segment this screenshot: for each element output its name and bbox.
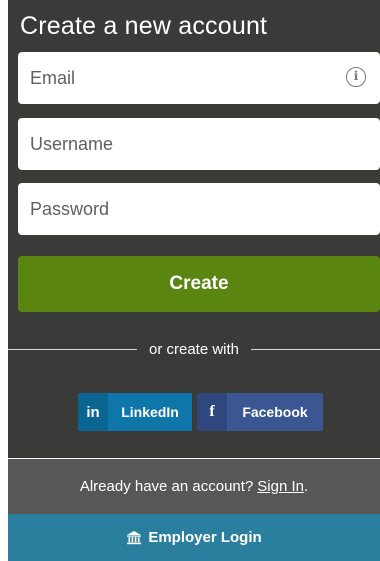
password-field[interactable]: [18, 183, 380, 235]
signin-prompt: Already have an account?: [79, 478, 254, 495]
linkedin-icon: in: [78, 393, 108, 431]
employer-login-label: Employer Login: [148, 529, 262, 546]
divider-line-left: [8, 349, 137, 350]
password-field-container: [18, 183, 380, 235]
bank-icon: [127, 530, 142, 544]
signin-suffix: .: [303, 478, 309, 495]
signin-link[interactable]: Sign In: [257, 478, 304, 495]
employer-login-button[interactable]: Employer Login: [8, 514, 380, 561]
create-button[interactable]: Create: [18, 256, 380, 312]
username-field[interactable]: [18, 118, 380, 170]
linkedin-label: LinkedIn: [121, 404, 179, 420]
facebook-button[interactable]: f Facebook: [197, 393, 323, 431]
email-field[interactable]: [18, 52, 380, 104]
divider-text: or create with: [148, 341, 240, 358]
facebook-icon: f: [197, 393, 227, 431]
facebook-label: Facebook: [242, 404, 308, 420]
page-title: Create a new account: [20, 12, 268, 40]
divider-line-right: [251, 349, 380, 350]
info-icon[interactable]: i: [346, 67, 366, 87]
or-create-with-divider: or create with: [8, 341, 380, 358]
email-field-container: i: [18, 52, 380, 104]
signin-bar: Already have an account? Sign In.: [8, 459, 380, 514]
linkedin-button[interactable]: in LinkedIn: [78, 393, 192, 431]
username-field-container: [18, 118, 380, 170]
